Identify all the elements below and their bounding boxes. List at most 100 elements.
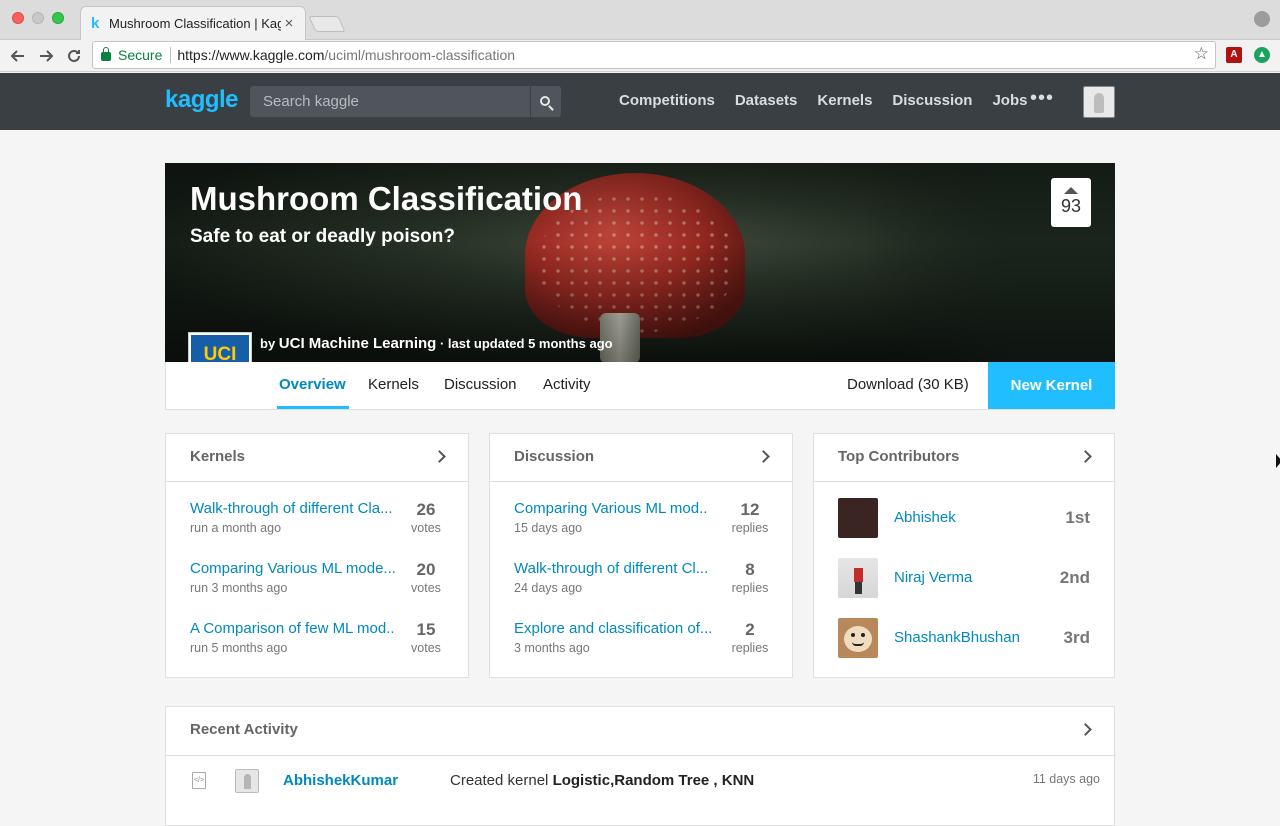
window-maximize-button[interactable] bbox=[52, 12, 64, 24]
search-box bbox=[250, 86, 561, 117]
dataset-hero-banner: Mushroom Classification Safe to eat or d… bbox=[165, 163, 1115, 363]
contributor-rank: 2nd bbox=[1059, 568, 1090, 587]
list-item[interactable]: Comparing Various ML mode... run 3 month… bbox=[190, 560, 446, 602]
vote-count: 26 bbox=[416, 500, 436, 519]
search-icon bbox=[540, 95, 550, 106]
nav-datasets[interactable]: Datasets bbox=[735, 92, 798, 109]
forward-arrow-icon[interactable] bbox=[34, 44, 58, 68]
vote-unit: votes bbox=[411, 641, 441, 655]
recent-activity-panel: Recent Activity </> AbhishekKumar Create… bbox=[165, 706, 1116, 826]
list-item[interactable]: Walk-through of different Cl... 24 days … bbox=[514, 560, 770, 602]
browser-profile-icon[interactable] bbox=[1254, 11, 1270, 27]
nav-discussion[interactable]: Discussion bbox=[892, 92, 972, 109]
address-bar: Secure https://www.kaggle.com/uciml/mush… bbox=[0, 40, 1280, 72]
avatar[interactable] bbox=[235, 769, 259, 793]
pdf-extension-icon[interactable]: A bbox=[1226, 47, 1242, 63]
chevron-right-icon[interactable] bbox=[1079, 450, 1092, 463]
nav-competitions[interactable]: Competitions bbox=[619, 92, 715, 109]
reply-unit: replies bbox=[731, 641, 769, 655]
nav-kernels[interactable]: Kernels bbox=[817, 92, 872, 109]
vote-unit: votes bbox=[411, 581, 441, 595]
green-extension-icon[interactable]: ▲ bbox=[1254, 47, 1270, 63]
owner-link[interactable]: UCI Machine Learning bbox=[279, 335, 437, 352]
chevron-right-icon[interactable] bbox=[1079, 723, 1092, 736]
bookmark-star-icon[interactable]: ☆ bbox=[1194, 44, 1209, 64]
tab-kernels[interactable]: Kernels bbox=[368, 376, 419, 393]
activity-row[interactable]: </> AbhishekKumar Created kernel Logisti… bbox=[166, 755, 1116, 805]
list-item[interactable]: A Comparison of few ML mod.. run 5 month… bbox=[190, 620, 446, 662]
window-minimize-button[interactable] bbox=[32, 12, 44, 24]
kernels-card-header[interactable]: Kernels bbox=[166, 434, 468, 482]
back-arrow-icon[interactable] bbox=[6, 44, 30, 68]
reload-icon[interactable] bbox=[62, 44, 86, 68]
new-kernel-button[interactable]: New Kernel bbox=[988, 362, 1115, 409]
chevron-right-icon[interactable] bbox=[757, 450, 770, 463]
new-tab-button[interactable] bbox=[308, 16, 346, 32]
activity-time: 11 days ago bbox=[1032, 772, 1100, 786]
kaggle-header: kaggle Competitions Datasets Kernels Dis… bbox=[0, 73, 1280, 130]
list-item[interactable]: Abhishek 1st bbox=[838, 498, 1094, 538]
list-item[interactable]: ShashankBhushan 3rd bbox=[838, 618, 1094, 658]
search-button[interactable] bbox=[530, 86, 561, 117]
upvote-button[interactable]: 93 bbox=[1051, 178, 1091, 227]
card-title: Discussion bbox=[514, 448, 595, 465]
reply-count: 2 bbox=[745, 620, 755, 639]
window-close-button[interactable] bbox=[12, 12, 24, 24]
contributor-name[interactable]: Abhishek bbox=[894, 509, 956, 526]
tab-overview[interactable]: Overview bbox=[279, 376, 346, 393]
list-item[interactable]: Explore and classification of... 3 month… bbox=[514, 620, 770, 662]
code-file-icon: </> bbox=[192, 772, 206, 789]
browser-tab-active[interactable]: k Mushroom Classification | Kaggle × bbox=[80, 6, 306, 40]
mouse-cursor bbox=[1276, 454, 1280, 468]
vote-count: 15 bbox=[416, 620, 436, 639]
reply-count: 12 bbox=[740, 500, 760, 519]
tab-title: Mushroom Classification | Kaggle bbox=[109, 16, 281, 31]
contributor-name[interactable]: Niraj Verma bbox=[894, 569, 972, 586]
kaggle-logo[interactable]: kaggle bbox=[165, 86, 239, 114]
reply-count: 8 bbox=[745, 560, 755, 579]
contributor-rank: 1st bbox=[1065, 508, 1090, 527]
active-tab-indicator bbox=[277, 406, 349, 409]
last-updated: · last updated 5 months ago bbox=[439, 336, 613, 351]
more-menu-icon[interactable]: ••• bbox=[1030, 87, 1054, 110]
list-item[interactable]: Comparing Various ML mod.. 15 days ago 1… bbox=[514, 500, 770, 542]
reply-unit: replies bbox=[731, 581, 769, 595]
secure-label: Secure bbox=[118, 47, 163, 63]
lock-icon bbox=[101, 47, 111, 61]
url-path: /uciml/mushroom-classification bbox=[324, 47, 516, 63]
vote-count: 20 bbox=[416, 560, 436, 579]
activity-target[interactable]: Logistic,Random Tree , KNN bbox=[553, 772, 755, 789]
nav-jobs[interactable]: Jobs bbox=[992, 92, 1027, 109]
vote-unit: votes bbox=[411, 521, 441, 535]
search-input[interactable] bbox=[250, 93, 528, 110]
activity-description: Created kernel Logistic,Random Tree , KN… bbox=[450, 772, 755, 789]
reply-unit: replies bbox=[731, 521, 769, 535]
contributors-card-header[interactable]: Top Contributors bbox=[814, 434, 1114, 482]
dataset-title: Mushroom Classification bbox=[190, 180, 583, 217]
activity-user[interactable]: AbhishekKumar bbox=[283, 772, 398, 789]
list-item[interactable]: Niraj Verma 2nd bbox=[838, 558, 1094, 598]
avatar[interactable] bbox=[838, 618, 878, 658]
tab-activity[interactable]: Activity bbox=[543, 376, 591, 393]
url-bar[interactable]: Secure https://www.kaggle.com/uciml/mush… bbox=[92, 41, 1216, 69]
avatar[interactable] bbox=[838, 558, 878, 598]
discussion-card-header[interactable]: Discussion bbox=[490, 434, 792, 482]
tab-close-icon[interactable]: × bbox=[281, 15, 297, 32]
kaggle-favicon-icon: k bbox=[91, 15, 100, 32]
dataset-tabs: Overview Kernels Discussion Activity Dow… bbox=[165, 362, 1115, 410]
contributors-card: Top Contributors Abhishek 1st Niraj Verm… bbox=[813, 433, 1115, 678]
chevron-right-icon[interactable] bbox=[433, 450, 446, 463]
recent-activity-header[interactable]: Recent Activity bbox=[166, 707, 1114, 755]
card-title: Recent Activity bbox=[190, 721, 298, 738]
list-item[interactable]: Walk-through of different Cla... run a m… bbox=[190, 500, 446, 542]
card-title: Kernels bbox=[190, 448, 246, 465]
user-avatar[interactable] bbox=[1083, 86, 1115, 118]
tab-discussion[interactable]: Discussion bbox=[444, 376, 517, 393]
contributor-name[interactable]: ShashankBhushan bbox=[894, 629, 1020, 646]
contributor-rank: 3rd bbox=[1063, 628, 1090, 647]
download-button[interactable]: Download (30 KB) bbox=[847, 376, 969, 393]
avatar[interactable] bbox=[838, 498, 878, 538]
dataset-subtitle: Safe to eat or deadly poison? bbox=[190, 226, 455, 247]
discussion-card: Discussion Comparing Various ML mod.. 15… bbox=[489, 433, 793, 678]
main-nav: Competitions Datasets Kernels Discussion… bbox=[619, 92, 1027, 109]
